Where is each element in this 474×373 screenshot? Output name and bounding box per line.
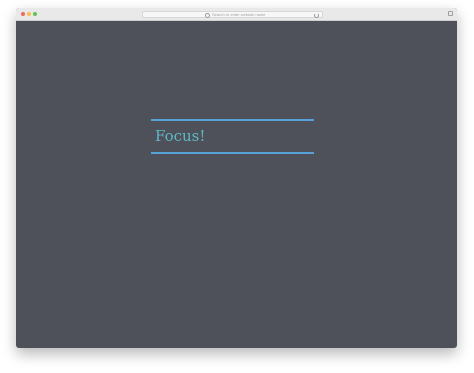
minimize-window-button[interactable] [27,12,31,16]
search-icon [205,13,210,18]
zoom-window-button[interactable] [33,12,37,16]
page-content: Focus! [16,21,457,348]
tabs-overview-icon[interactable] [448,11,453,16]
browser-toolbar: Search or enter website name [16,8,457,21]
address-placeholder: Search or enter website name [212,12,266,17]
close-window-button[interactable] [21,12,25,16]
browser-window: Search or enter website name Focus! [16,8,457,348]
focus-text: Focus! [155,127,206,145]
reload-icon[interactable] [314,13,319,18]
address-bar[interactable]: Search or enter website name [142,11,323,18]
focus-input-field[interactable]: Focus! [151,119,314,154]
